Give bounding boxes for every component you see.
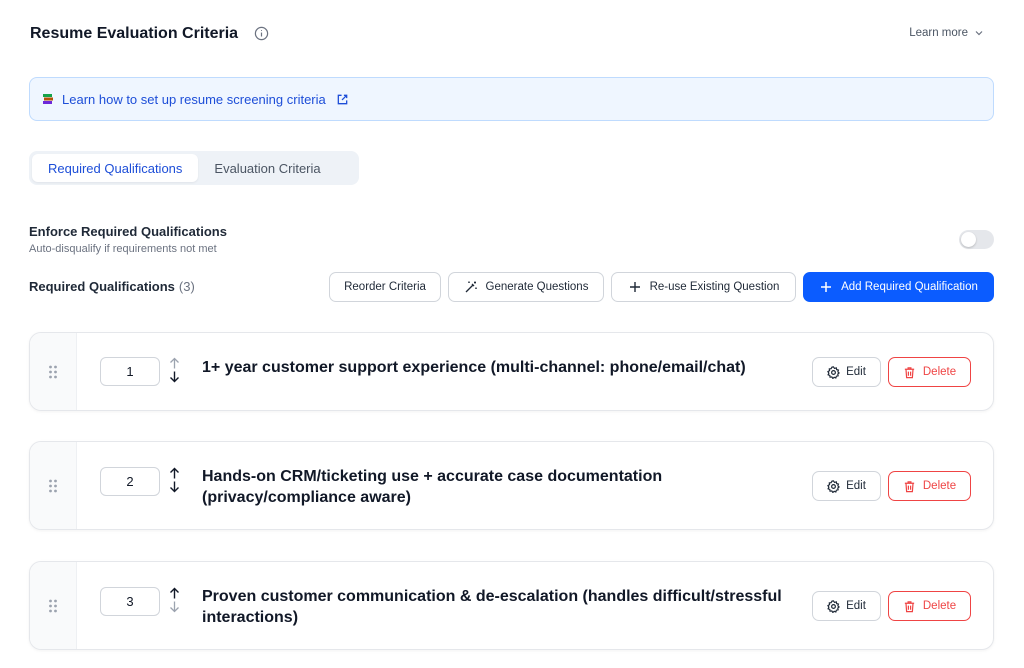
tab-required-qualifications[interactable]: Required Qualifications: [32, 154, 199, 182]
drag-handle-icon: [49, 365, 57, 378]
plus-icon: [629, 282, 640, 292]
magic-wand-icon: [465, 281, 477, 293]
gear-icon: [827, 599, 841, 613]
help-link[interactable]: Learn how to set up resume screening cri…: [62, 92, 326, 107]
chevron-down-icon: [975, 31, 983, 36]
info-icon[interactable]: [254, 26, 269, 41]
page-header: Resume Evaluation Criteria Learn more: [30, 24, 994, 46]
external-link-icon[interactable]: [336, 93, 349, 106]
generate-questions-button[interactable]: Generate Questions: [448, 272, 604, 302]
section-title: Required Qualifications (3): [29, 279, 195, 294]
reorder-arrows: [168, 467, 182, 497]
delete-label: Delete: [922, 480, 957, 492]
reorder-criteria-label: Reorder Criteria: [344, 281, 426, 293]
delete-button[interactable]: Delete: [888, 471, 971, 501]
order-number-input[interactable]: 3: [100, 587, 160, 616]
drag-handle-icon: [49, 599, 57, 612]
arrow-up-icon[interactable]: [168, 357, 181, 370]
arrow-up-icon[interactable]: [168, 587, 181, 600]
reuse-question-label: Re-use Existing Question: [649, 281, 780, 293]
arrow-up-icon[interactable]: [168, 467, 181, 480]
edit-label: Edit: [846, 480, 866, 492]
arrow-down-icon[interactable]: [168, 600, 181, 613]
reorder-arrows: [168, 587, 182, 617]
plus-icon: [821, 282, 832, 292]
book-icon: [43, 94, 53, 104]
learn-more-label: Learn more: [909, 27, 968, 39]
toggle-knob: [961, 232, 976, 247]
arrow-down-icon[interactable]: [168, 370, 181, 383]
order-number-input[interactable]: 2: [100, 467, 160, 496]
reorder-arrows: [168, 357, 182, 387]
delete-button[interactable]: Delete: [888, 591, 971, 621]
trash-icon: [904, 600, 915, 612]
tab-bar: Required Qualifications Evaluation Crite…: [29, 151, 359, 185]
reuse-question-button[interactable]: Re-use Existing Question: [611, 272, 796, 302]
edit-button[interactable]: Edit: [812, 357, 881, 387]
qualification-card: 3 Proven customer communication & de-esc…: [29, 561, 994, 650]
drag-handle[interactable]: [30, 562, 77, 649]
edit-button[interactable]: Edit: [812, 591, 881, 621]
arrow-down-icon[interactable]: [168, 480, 181, 493]
generate-questions-label: Generate Questions: [485, 281, 589, 293]
qualification-card: 2 Hands-on CRM/ticketing use + accurate …: [29, 441, 994, 530]
edit-button[interactable]: Edit: [812, 471, 881, 501]
reorder-criteria-button[interactable]: Reorder Criteria: [329, 272, 441, 302]
add-qualification-label: Add Required Qualification: [841, 281, 978, 293]
trash-icon: [904, 366, 915, 378]
drag-handle-icon: [49, 479, 57, 492]
order-number-input[interactable]: 1: [100, 357, 160, 386]
tab-evaluation-criteria[interactable]: Evaluation Criteria: [198, 154, 336, 182]
help-banner: Learn how to set up resume screening cri…: [29, 77, 994, 121]
qualification-text: 1+ year customer support experience (mul…: [202, 359, 746, 376]
gear-icon: [827, 365, 841, 379]
trash-icon: [904, 480, 915, 492]
add-qualification-button[interactable]: Add Required Qualification: [803, 272, 994, 302]
qualification-card: 1 1+ year customer support experience (m…: [29, 332, 994, 411]
learn-more-dropdown[interactable]: Learn more: [909, 27, 984, 39]
gear-icon: [827, 479, 841, 493]
delete-label: Delete: [922, 366, 957, 378]
enforce-toggle[interactable]: [959, 230, 994, 249]
edit-label: Edit: [846, 366, 866, 378]
delete-button[interactable]: Delete: [888, 357, 971, 387]
page-title: Resume Evaluation Criteria: [30, 25, 239, 42]
qualification-text: Proven customer communication & de-escal…: [202, 588, 782, 626]
enforce-title: Enforce Required Qualifications: [29, 224, 227, 239]
delete-label: Delete: [922, 600, 957, 612]
edit-label: Edit: [846, 600, 866, 612]
qualification-count: (3): [178, 279, 195, 294]
section-title-label: Required Qualifications: [29, 279, 175, 294]
drag-handle[interactable]: [30, 333, 77, 410]
qualification-text: Hands-on CRM/ticketing use + accurate ca…: [202, 468, 663, 506]
enforce-subtitle: Auto-disqualify if requirements not met: [29, 243, 217, 255]
drag-handle[interactable]: [30, 442, 77, 529]
